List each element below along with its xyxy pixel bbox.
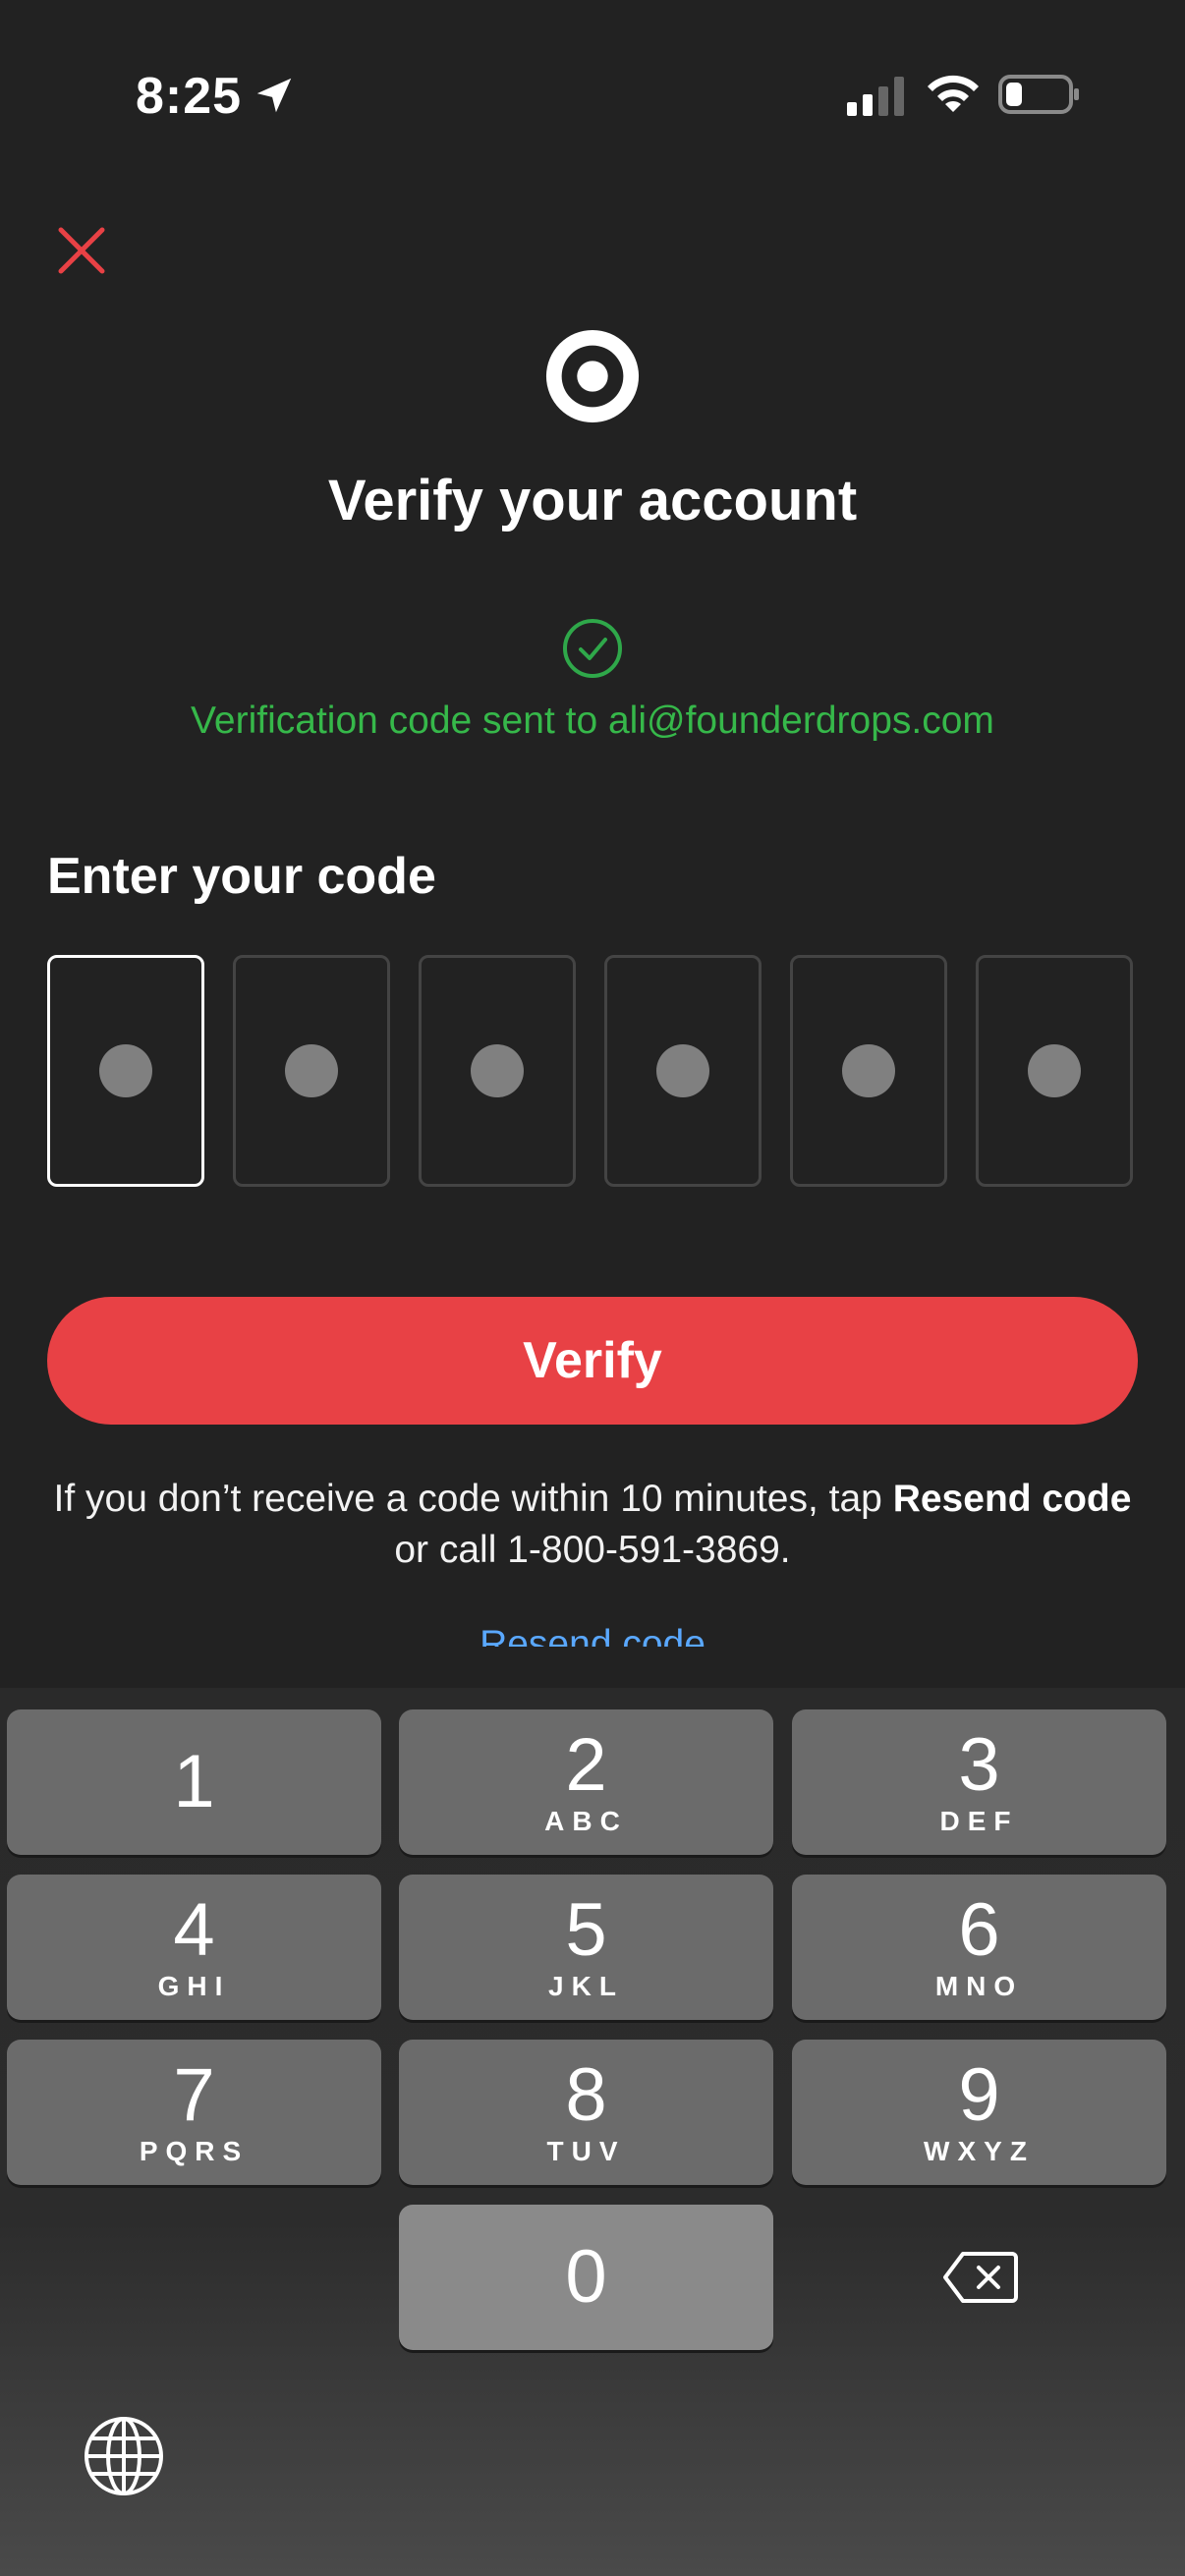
- key-3[interactable]: 3 DEF: [792, 1709, 1166, 1855]
- placeholder-dot: [1028, 1044, 1081, 1097]
- key-5[interactable]: 5 JKL: [399, 1875, 773, 2020]
- key-number: 2: [565, 1723, 607, 1807]
- key-8[interactable]: 8 TUV: [399, 2040, 773, 2185]
- key-letters: GHI: [157, 1971, 231, 2001]
- placeholder-dot: [99, 1044, 152, 1097]
- globe-icon[interactable]: [83, 2415, 165, 2497]
- key-number: 1: [173, 1740, 215, 1823]
- key-number: 6: [958, 1888, 1000, 1972]
- help-text-suffix: or call 1-800-591-3869.: [394, 1529, 791, 1571]
- help-text-resend-bold: Resend code: [892, 1478, 1132, 1520]
- key-letters: DEF: [939, 1806, 1019, 1836]
- key-number: 3: [958, 1723, 1000, 1807]
- placeholder-dot: [285, 1044, 338, 1097]
- target-logo: [545, 329, 640, 423]
- close-icon[interactable]: [47, 216, 116, 285]
- key-6[interactable]: 6 MNO: [792, 1875, 1166, 2020]
- check-circle-icon: [563, 619, 622, 678]
- key-letters: JKL: [548, 1971, 624, 2001]
- location-arrow-icon: [256, 78, 292, 113]
- key-letters: WXYZ: [924, 2136, 1035, 2166]
- code-digit-3[interactable]: [419, 955, 576, 1187]
- status-time: 8:25: [136, 68, 243, 125]
- help-text-prefix: If you don’t receive a code within 10 mi…: [53, 1478, 893, 1520]
- key-4[interactable]: 4 GHI: [7, 1875, 381, 2020]
- placeholder-dot: [656, 1044, 709, 1097]
- key-1[interactable]: 1: [7, 1709, 381, 1855]
- code-digit-4[interactable]: [604, 955, 762, 1187]
- key-number: 9: [958, 2053, 1000, 2137]
- key-7[interactable]: 7 PQRS: [7, 2040, 381, 2185]
- placeholder-dot: [842, 1044, 895, 1097]
- code-digit-2[interactable]: [233, 955, 390, 1187]
- cellular-signal-icon: [847, 77, 904, 116]
- key-letters: MNO: [934, 1971, 1024, 2001]
- key-2[interactable]: 2 ABC: [399, 1709, 773, 1855]
- help-text: If you don’t receive a code within 10 mi…: [39, 1474, 1146, 1576]
- key-9[interactable]: 9 WXYZ: [792, 2040, 1166, 2185]
- verification-sent-message: Verification code sent to ali@founderdro…: [191, 700, 994, 742]
- battery-icon: [998, 75, 1079, 114]
- code-label: Enter your code: [47, 848, 436, 905]
- resend-code-link[interactable]: Resend code: [0, 1623, 1185, 1647]
- verify-button[interactable]: Verify: [47, 1297, 1138, 1425]
- code-digit-5[interactable]: [790, 955, 947, 1187]
- delete-backspace-icon[interactable]: [941, 2248, 1020, 2307]
- code-digit-1[interactable]: [47, 955, 204, 1187]
- key-number: 0: [565, 2235, 607, 2319]
- key-number: 4: [173, 1888, 215, 1972]
- key-number: 8: [565, 2053, 607, 2137]
- key-letters: PQRS: [139, 2136, 250, 2166]
- wifi-icon: [928, 75, 979, 112]
- key-number: 7: [173, 2053, 215, 2137]
- key-letters: TUV: [546, 2136, 626, 2166]
- code-digit-6[interactable]: [976, 955, 1133, 1187]
- key-number: 5: [565, 1888, 607, 1972]
- page-title: Verify your account: [327, 469, 858, 532]
- placeholder-dot: [471, 1044, 524, 1097]
- key-letters: ABC: [544, 1806, 628, 1836]
- key-0[interactable]: 0: [399, 2205, 773, 2350]
